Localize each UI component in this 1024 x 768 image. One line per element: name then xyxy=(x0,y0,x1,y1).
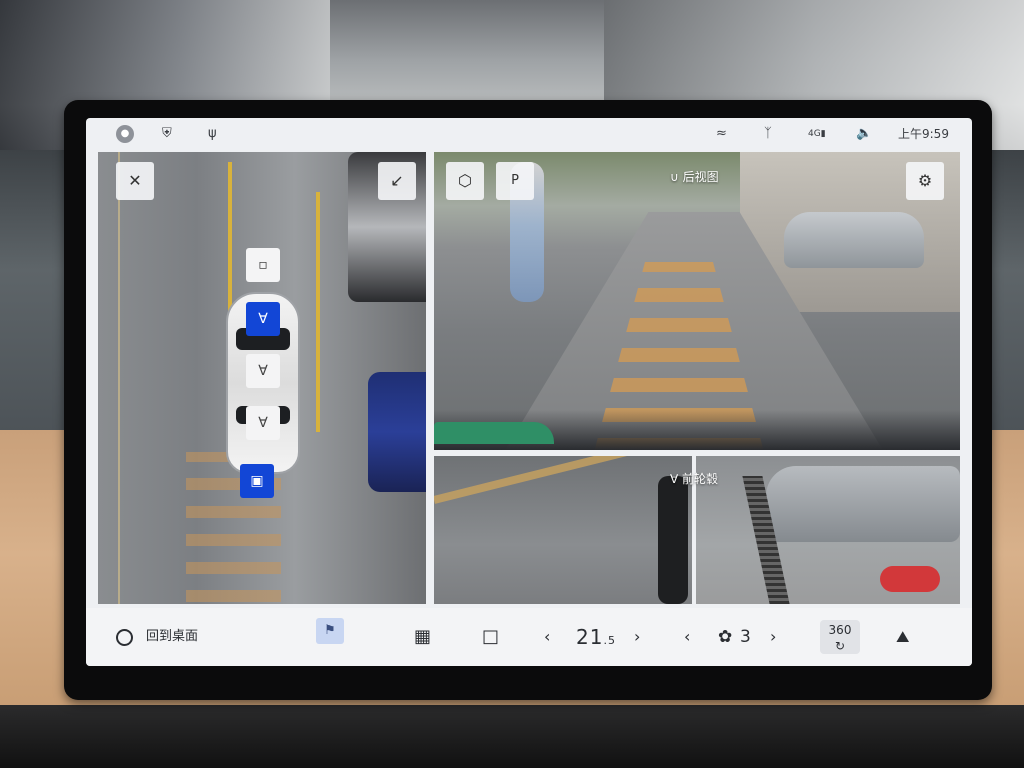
yellow-line xyxy=(228,162,232,322)
wifi-icon: ≈ xyxy=(716,126,727,141)
birds-eye-view: ▫ ∀ ∀ ∀ ▣ ✕ ↙ xyxy=(98,152,426,604)
lane-line xyxy=(434,456,686,504)
parked-car xyxy=(766,466,960,542)
3d-view-icon[interactable]: ⬡ xyxy=(446,162,484,200)
fan-up-icon[interactable]: › xyxy=(770,608,776,666)
fan-level: 3 xyxy=(740,627,751,647)
avatar-icon[interactable]: ● xyxy=(116,125,134,143)
front-left-wheel-view xyxy=(434,456,692,604)
volume-icon[interactable]: 🔈 xyxy=(856,125,872,143)
parking-assist-label: P xyxy=(511,173,519,188)
front-wheel-label: ∀ 前轮毂 xyxy=(670,472,719,486)
rear-view-label: ∪ 后视图 xyxy=(670,170,719,184)
status-bar: ● ⛨ ψ ≈ ᛉ 4G▮ 🔈 上午9:59 xyxy=(86,118,972,150)
network-type: 4G xyxy=(808,129,821,139)
wheel xyxy=(658,476,688,604)
signal-icon: 4G▮ xyxy=(808,129,826,139)
front-camera-toggle[interactable]: ∀ xyxy=(246,302,280,336)
shield-icon: ⛨ xyxy=(162,126,172,141)
temp-down-icon[interactable]: ‹ xyxy=(544,608,550,666)
view-360-button[interactable]: 360 ↻ xyxy=(820,620,860,654)
usb-icon: ψ xyxy=(208,126,217,141)
yellow-line xyxy=(316,192,320,432)
front-wheel-icon: ∀ xyxy=(670,472,683,486)
collapse-icon[interactable]: ↙ xyxy=(378,162,416,200)
auto-park-icon[interactable]: ⛰ xyxy=(896,608,909,666)
infotainment-screen: ● ⛨ ψ ≈ ᛉ 4G▮ 🔈 上午9:59 ▫ ∀ ∀ ∀ ▣ ✕ ↙ ⬡ P… xyxy=(86,118,972,666)
bluetooth-icon: ᛉ xyxy=(764,126,772,141)
fan-icon: ✿ xyxy=(718,627,733,647)
clock: 上午9:59 xyxy=(898,127,949,141)
bottom-dock: 回到桌面 ⚑ ▦ □ ‹ 21.5 › ‹ ✿ 3 › 360 ↻ ⛰ xyxy=(86,608,972,666)
app-thumbnail-icon[interactable]: ⚑ xyxy=(316,618,344,644)
rear-camera-view: ⬡ P ∪ 后视图 ⚙ xyxy=(434,152,960,450)
temperature-display: 21.5 xyxy=(576,625,616,649)
red-basin xyxy=(880,566,940,592)
dashboard-lower xyxy=(0,705,1024,768)
temp-up-icon[interactable]: › xyxy=(634,608,640,666)
view-360-label: 360 xyxy=(828,623,852,637)
parked-car xyxy=(784,212,924,268)
rotate-icon: ↻ xyxy=(834,639,846,653)
rear-radar-button[interactable]: ▣ xyxy=(240,464,274,498)
rear-view-icon: ∪ xyxy=(670,170,683,184)
parking-assist-icon[interactable]: P xyxy=(496,162,534,200)
fan-down-icon[interactable]: ‹ xyxy=(684,608,690,666)
side-camera-toggle[interactable]: ∀ xyxy=(246,354,280,388)
parked-car xyxy=(434,422,554,444)
lane-line xyxy=(118,152,120,604)
rear-side-camera-toggle[interactable]: ∀ xyxy=(246,406,280,440)
vehicle-icon[interactable]: □ xyxy=(482,608,499,666)
front-radar-button[interactable]: ▫ xyxy=(246,248,280,282)
front-right-wheel-view xyxy=(696,456,960,604)
settings-icon[interactable]: ⚙ xyxy=(906,162,944,200)
close-icon[interactable]: ✕ xyxy=(116,162,154,200)
home-button[interactable]: 回到桌面 xyxy=(146,608,198,666)
apps-grid-icon[interactable]: ▦ xyxy=(414,608,431,666)
parked-car xyxy=(368,372,426,492)
home-icon[interactable] xyxy=(116,629,133,646)
